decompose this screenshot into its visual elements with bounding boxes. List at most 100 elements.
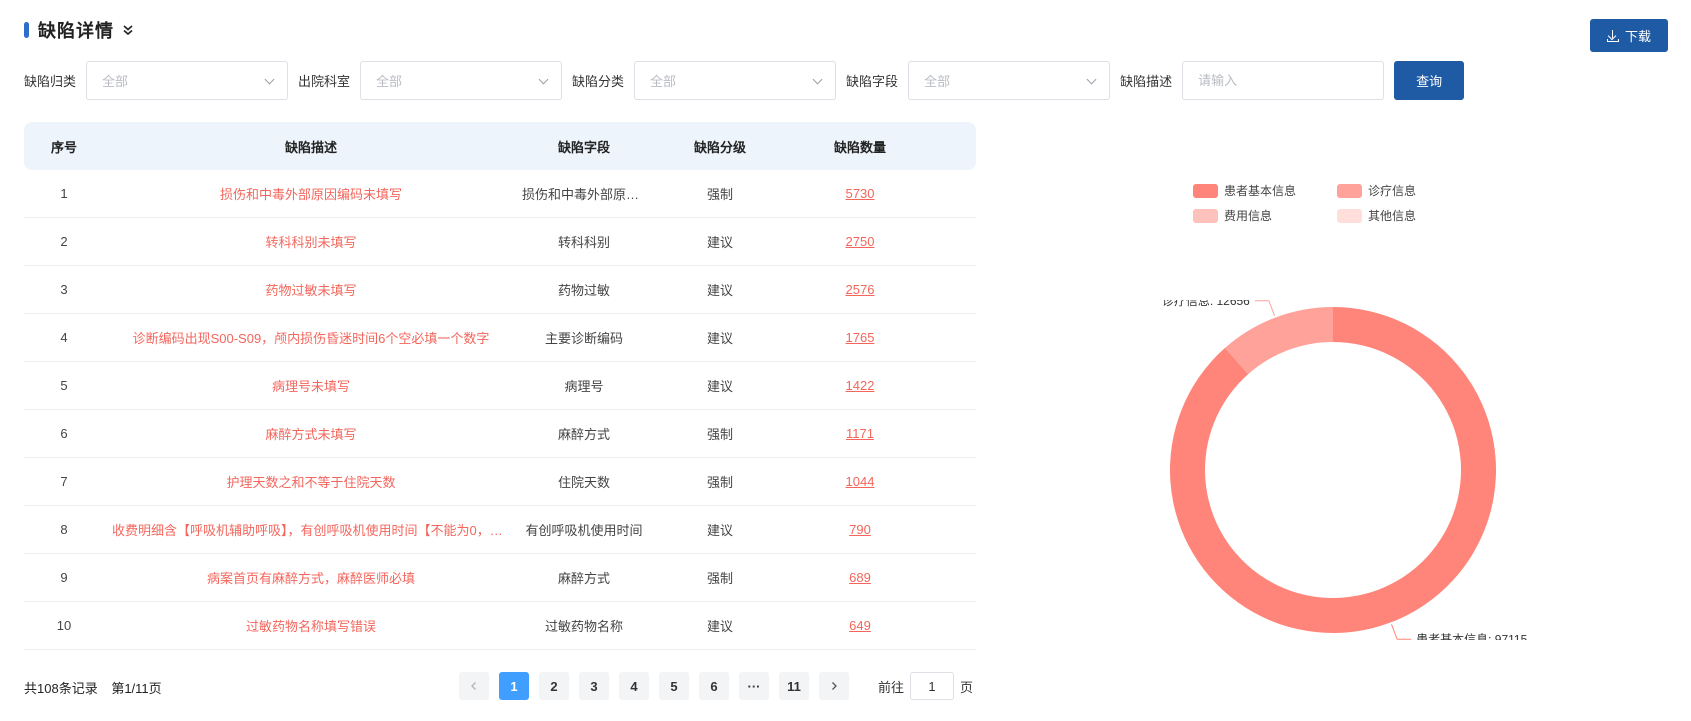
download-button[interactable]: 下载 xyxy=(1590,19,1668,52)
row-field: 药物过敏 xyxy=(557,283,610,298)
classification-filter-label: 缺陷分类 xyxy=(572,74,625,89)
defect-count-link[interactable]: 649 xyxy=(849,618,871,633)
row-description: 诊断编码出现S00-S09，颅内损伤昏迷时间6个空必填一个数字 xyxy=(132,331,490,346)
legend-swatch xyxy=(1337,208,1362,223)
row-level: 建议 xyxy=(706,283,733,298)
row-description: 病案首页有麻醉方式，麻醉医师必填 xyxy=(206,571,415,586)
table-row: 8 收费明细含【呼吸机辅助呼吸】，有创呼吸机使用时间【不能为0，不能为空】 有创呼吸… xyxy=(24,506,976,554)
category-select-value: 全部 xyxy=(102,74,129,89)
row-count: 1044 xyxy=(790,474,930,489)
category-select[interactable]: 全部 xyxy=(86,61,289,100)
table-row: 6 麻醉方式未填写 麻醉方式 强制 1171 xyxy=(24,410,976,458)
field-filter-label: 缺陷字段 xyxy=(846,74,899,89)
row-level: 建议 xyxy=(706,619,733,634)
classification-select[interactable]: 全部 xyxy=(634,61,837,100)
defect-count-link[interactable]: 2576 xyxy=(846,282,875,297)
section-header: 缺陷详情 xyxy=(24,18,134,42)
page-button[interactable]: 3 xyxy=(579,672,609,700)
page-button[interactable]: 5 xyxy=(659,672,689,700)
goto-suffix: 页 xyxy=(960,679,974,695)
row-description: 收费明细含【呼吸机辅助呼吸】，有创呼吸机使用时间【不能为0，不能为空】 xyxy=(112,523,518,538)
row-field: 有创呼吸机使用时间 xyxy=(525,523,643,538)
row-field: 麻醉方式 xyxy=(557,571,610,586)
table-row: 9 病案首页有麻醉方式，麻醉医师必填 麻醉方式 强制 689 xyxy=(24,554,976,602)
row-index: 1 xyxy=(60,186,68,201)
query-button[interactable]: 查询 xyxy=(1394,61,1465,100)
classification-select-value: 全部 xyxy=(650,74,677,89)
page-button[interactable]: 1 xyxy=(499,672,529,700)
table-header: 序号 缺陷描述 缺陷字段 缺陷分级 缺陷数量 xyxy=(24,122,976,170)
table-row: 5 病理号未填写 病理号 建议 1422 xyxy=(24,362,976,410)
donut-slice[interactable] xyxy=(1224,307,1333,375)
page-button[interactable]: 6 xyxy=(699,672,729,700)
defect-count-link[interactable]: 2750 xyxy=(846,234,875,249)
defect-count-link[interactable]: 1765 xyxy=(846,330,875,345)
row-field: 损伤和中毒外部原因编码 xyxy=(522,187,650,202)
double-chevron-down-icon[interactable] xyxy=(122,24,134,36)
table-row: 10 过敏药物名称填写错误 过敏药物名称 建议 649 xyxy=(24,602,976,650)
defect-count-link[interactable]: 1422 xyxy=(846,378,875,393)
slice-label-leader xyxy=(1390,624,1412,640)
goto-label: 前往 xyxy=(878,679,905,695)
column-header: 缺陷字段 xyxy=(557,139,610,155)
row-count: 689 xyxy=(790,570,930,585)
chevron-down-icon xyxy=(812,74,823,85)
table-body: 1损伤和中毒外部原因编码未填写损伤和中毒外部原因编码强制57302转科科别未填写… xyxy=(24,170,976,650)
row-index: 5 xyxy=(60,378,68,393)
page-title: 缺陷详情 xyxy=(38,21,114,41)
row-level: 建议 xyxy=(706,379,733,394)
row-field: 主要诊断编码 xyxy=(544,331,623,346)
table-row: 2 转科科别未填写 转科科别 建议 2750 xyxy=(24,218,976,266)
column-header: 缺陷分级 xyxy=(693,139,746,155)
slice-label: 诊疗信息: 12656 xyxy=(1162,300,1250,308)
defect-count-link[interactable]: 1044 xyxy=(846,474,875,489)
category-filter-label: 缺陷归类 xyxy=(24,74,77,89)
row-field: 住院天数 xyxy=(557,475,610,490)
download-icon xyxy=(1606,29,1619,42)
table-row: 3 药物过敏未填写 药物过敏 建议 2576 xyxy=(24,266,976,314)
page-button[interactable]: 11 xyxy=(779,672,809,700)
description-input[interactable] xyxy=(1182,61,1385,100)
prev-page-chevron-left-icon[interactable] xyxy=(459,672,489,700)
row-level: 建议 xyxy=(706,331,733,346)
donut-slice[interactable] xyxy=(1170,307,1496,633)
row-field: 麻醉方式 xyxy=(557,427,610,442)
goto-page: 前往 页 xyxy=(878,672,973,700)
defect-count-link[interactable]: 1171 xyxy=(846,426,874,441)
row-description: 过敏药物名称填写错误 xyxy=(245,619,376,634)
legend-label: 诊疗信息 xyxy=(1368,184,1417,198)
row-index: 9 xyxy=(60,570,68,585)
column-header: 缺陷数量 xyxy=(833,139,886,155)
page-info: 第1/11页 xyxy=(111,681,162,696)
defect-count-link[interactable]: 790 xyxy=(849,522,871,537)
row-index: 2 xyxy=(60,234,68,249)
row-description: 转科科别未填写 xyxy=(265,235,357,250)
legend-item[interactable]: 费用信息 xyxy=(1193,207,1337,224)
defect-count-link[interactable]: 5730 xyxy=(846,186,875,201)
description-filter-label: 缺陷描述 xyxy=(1120,74,1173,89)
row-description: 药物过敏未填写 xyxy=(265,283,357,298)
goto-page-input[interactable] xyxy=(910,672,955,700)
legend-item[interactable]: 其他信息 xyxy=(1337,207,1437,224)
row-count: 790 xyxy=(790,522,930,537)
defect-table: 序号 缺陷描述 缺陷字段 缺陷分级 缺陷数量 1 损伤和中毒外部原因编码未填写 损伤… xyxy=(24,122,976,650)
row-description: 麻醉方式未填写 xyxy=(265,427,357,442)
page-button[interactable]: 4 xyxy=(619,672,649,700)
row-field: 过敏药物名称 xyxy=(544,619,623,634)
pagination: 1 2 3 4 5 6 ··· 11 xyxy=(459,672,849,700)
defect-count-link[interactable]: 689 xyxy=(849,570,871,585)
row-level: 强制 xyxy=(706,427,733,442)
page-button[interactable]: 2 xyxy=(539,672,569,700)
department-select[interactable]: 全部 xyxy=(360,61,563,100)
legend-item[interactable]: 患者基本信息 xyxy=(1193,182,1337,199)
pagination-ellipsis[interactable]: ··· xyxy=(739,672,769,700)
next-page-chevron-right-icon[interactable] xyxy=(819,672,849,700)
legend-item[interactable]: 诊疗信息 xyxy=(1337,182,1437,199)
total-records: 共108条记录 xyxy=(24,681,98,696)
field-select[interactable]: 全部 xyxy=(908,61,1111,100)
row-level: 建议 xyxy=(706,235,733,250)
chevron-down-icon xyxy=(264,74,275,85)
row-index: 4 xyxy=(60,330,68,345)
chevron-down-icon xyxy=(1086,74,1097,85)
legend-swatch xyxy=(1193,183,1218,198)
